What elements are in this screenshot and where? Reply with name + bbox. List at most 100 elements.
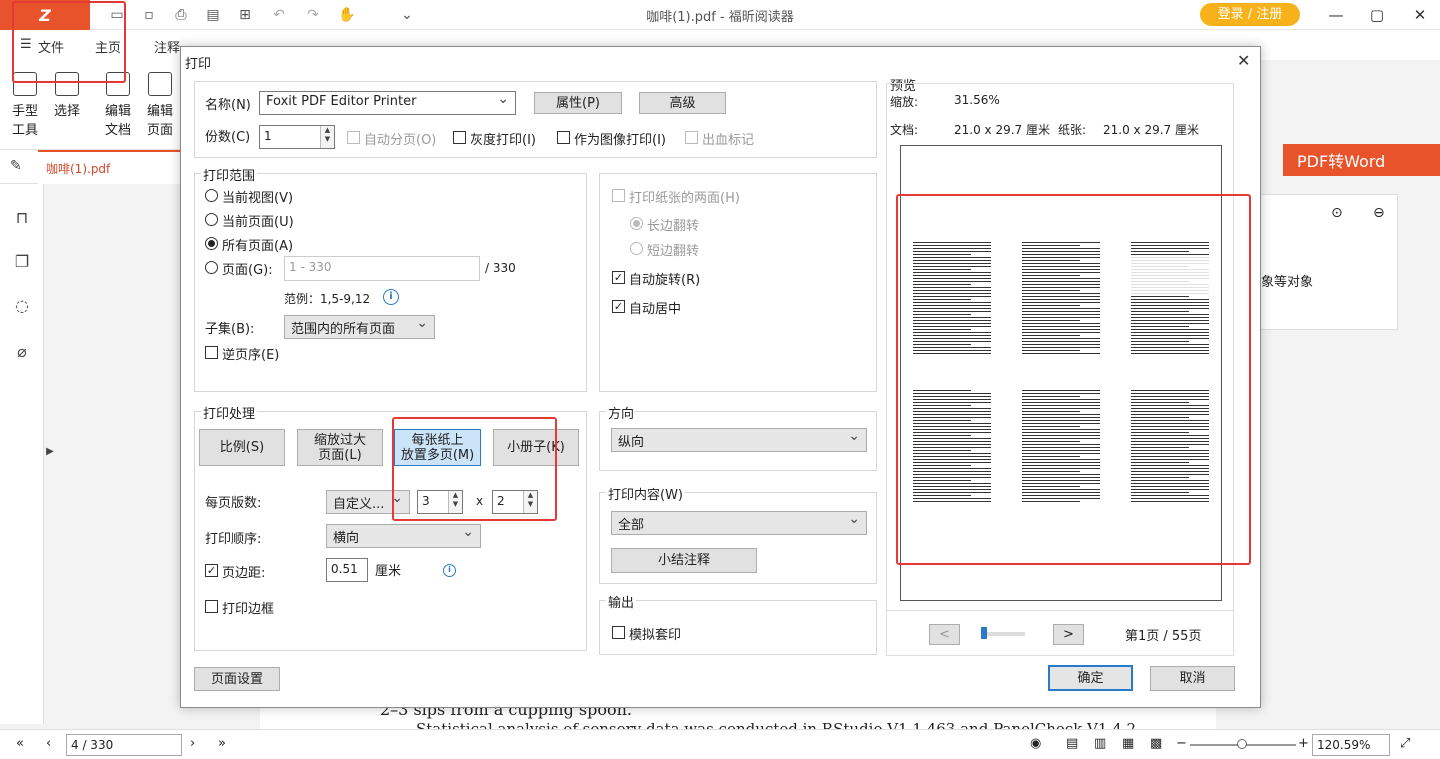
print-content-select[interactable]: 全部: [611, 511, 867, 535]
expand-panel-icon[interactable]: ▶: [40, 446, 60, 466]
dialog-close-icon[interactable]: ✕: [1237, 51, 1250, 70]
preview-text-line: [913, 480, 971, 481]
print-as-image-checkbox[interactable]: [557, 131, 570, 144]
select-tool-button[interactable]: 选择: [47, 72, 87, 119]
preview-next-button[interactable]: >: [1053, 624, 1084, 645]
shrink-oversized-button[interactable]: 缩放过大 页面(L): [297, 429, 383, 466]
zoom-out-icon[interactable]: −: [1176, 736, 1187, 751]
zoom-slider-handle[interactable]: [1237, 739, 1247, 749]
properties-button[interactable]: 属性(P): [534, 92, 622, 114]
print-order-select[interactable]: 横向: [326, 524, 481, 548]
bleed-marks-checkbox[interactable]: [685, 131, 698, 144]
ok-button[interactable]: 确定: [1048, 665, 1133, 691]
copies-spinner[interactable]: ▲ ▼: [320, 126, 334, 148]
scale-button[interactable]: 比例(S): [199, 429, 285, 466]
margin-info-icon[interactable]: i: [443, 564, 456, 577]
orientation-select[interactable]: 纵向: [611, 428, 867, 452]
print-icon[interactable]: ⎙: [172, 6, 190, 24]
zoom-input[interactable]: 120.59%: [1312, 734, 1390, 756]
booklet-button[interactable]: 小册子(K): [493, 429, 579, 466]
page-number-input[interactable]: 4 / 330: [66, 734, 182, 756]
subset-select[interactable]: 范围内的所有页面: [284, 315, 435, 339]
range-info-icon[interactable]: i: [383, 289, 399, 305]
margin-input[interactable]: 0.51: [326, 558, 368, 582]
hand-dropdown-icon[interactable]: ✋: [338, 6, 356, 24]
margin-checkbox[interactable]: ✓: [205, 564, 218, 577]
columns-spinner[interactable]: ▲ ▼: [448, 491, 462, 513]
edit-document-button[interactable]: 编辑 文档: [98, 72, 138, 138]
close-window-icon[interactable]: ✕: [1410, 6, 1430, 24]
rows-spinner[interactable]: ▲ ▼: [523, 491, 537, 513]
pages-per-sheet-select[interactable]: 自定义...: [326, 490, 410, 514]
preview-text-line: [1022, 335, 1080, 336]
fullscreen-icon[interactable]: ⤢: [1400, 736, 1410, 751]
current-page-radio[interactable]: [205, 213, 218, 226]
preview-text-line: [1131, 471, 1209, 472]
app-logo[interactable]: Z: [0, 0, 90, 30]
scan-icon[interactable]: ▤: [204, 6, 222, 24]
attachment-icon[interactable]: ⌀: [12, 342, 32, 362]
preview-prev-button[interactable]: <: [929, 624, 960, 645]
all-pages-radio[interactable]: [205, 237, 218, 250]
two-page-icon[interactable]: ▦: [1122, 736, 1134, 751]
collapse-icon[interactable]: ⊖: [1373, 205, 1385, 221]
hand-tool-button[interactable]: 手型 工具: [5, 72, 45, 138]
settings-icon[interactable]: ⊙: [1331, 205, 1343, 221]
short-edge-radio[interactable]: [630, 242, 643, 255]
multiple-pages-button[interactable]: 每张纸上 放置多页(M): [394, 429, 481, 466]
comments-icon[interactable]: ◌: [12, 296, 32, 316]
zoom-in-icon[interactable]: +: [1298, 736, 1309, 751]
document-tab[interactable]: 咖啡(1).pdf: [38, 150, 180, 184]
edit-page-button[interactable]: 编辑 页面: [140, 72, 180, 138]
menu-hamburger-icon[interactable]: ☰: [20, 37, 32, 52]
advanced-button[interactable]: 高级: [639, 92, 726, 114]
continuous-icon[interactable]: ▥: [1094, 736, 1106, 751]
current-view-radio[interactable]: [205, 189, 218, 202]
prev-page-icon[interactable]: ‹: [46, 736, 51, 751]
pages-icon[interactable]: ❐: [12, 252, 32, 272]
right-panel-card: ⊙ ⊖ 象等对象: [1260, 194, 1398, 330]
first-page-icon[interactable]: «: [16, 736, 24, 751]
open-folder-icon[interactable]: ▭: [108, 6, 126, 24]
pdf-to-word-button[interactable]: PDF转Word: [1283, 144, 1440, 176]
login-button[interactable]: 登录 / 注册: [1200, 3, 1300, 26]
summarize-comments-button[interactable]: 小结注释: [611, 548, 757, 573]
auto-rotate-checkbox[interactable]: ✓: [612, 271, 625, 284]
single-page-icon[interactable]: ▤: [1066, 736, 1078, 751]
copies-input[interactable]: 1 ▲ ▼: [259, 125, 335, 149]
view-mode-icon[interactable]: ◉: [1030, 736, 1041, 751]
columns-input[interactable]: 3 ▲ ▼: [417, 490, 463, 514]
simulate-overprint-checkbox[interactable]: [612, 626, 625, 639]
last-page-icon[interactable]: »: [218, 736, 226, 751]
long-edge-radio[interactable]: [630, 217, 643, 230]
undo-icon[interactable]: ↶: [270, 6, 288, 24]
auto-center-checkbox[interactable]: ✓: [612, 300, 625, 313]
menu-home[interactable]: 主页: [95, 37, 121, 56]
next-page-icon[interactable]: ›: [190, 736, 195, 751]
rows-input[interactable]: 2 ▲ ▼: [492, 490, 538, 514]
redo-icon[interactable]: ↷: [304, 6, 322, 24]
two-continuous-icon[interactable]: ▩: [1150, 736, 1162, 751]
bookmark-icon[interactable]: ⊓: [12, 208, 32, 228]
maximize-icon[interactable]: ▢: [1367, 6, 1387, 24]
orientation-group: 方向 纵向: [599, 403, 877, 471]
customize-icon[interactable]: ⌄: [398, 6, 416, 24]
save-icon[interactable]: ▫: [140, 6, 158, 24]
pages-radio[interactable]: [205, 261, 218, 274]
eraser-icon[interactable]: ✎: [10, 158, 22, 174]
preview-page-slider[interactable]: [981, 632, 1025, 636]
menu-file[interactable]: 文件: [38, 37, 64, 56]
page-range-input[interactable]: 1 - 330: [284, 256, 480, 281]
cancel-button[interactable]: 取消: [1150, 666, 1235, 691]
menu-comment[interactable]: 注释: [154, 37, 180, 56]
page-setup-button[interactable]: 页面设置: [194, 667, 280, 691]
duplex-checkbox[interactable]: [612, 189, 625, 202]
print-border-checkbox[interactable]: [205, 600, 218, 613]
printer-select[interactable]: Foxit PDF Editor Printer: [259, 91, 516, 115]
minimize-icon[interactable]: —: [1326, 6, 1346, 24]
reverse-order-checkbox[interactable]: [205, 346, 218, 359]
collate-checkbox[interactable]: [347, 131, 360, 144]
new-page-icon[interactable]: ⊞: [236, 6, 254, 24]
grayscale-checkbox[interactable]: [453, 131, 466, 144]
preview-slider-handle[interactable]: [981, 627, 987, 639]
